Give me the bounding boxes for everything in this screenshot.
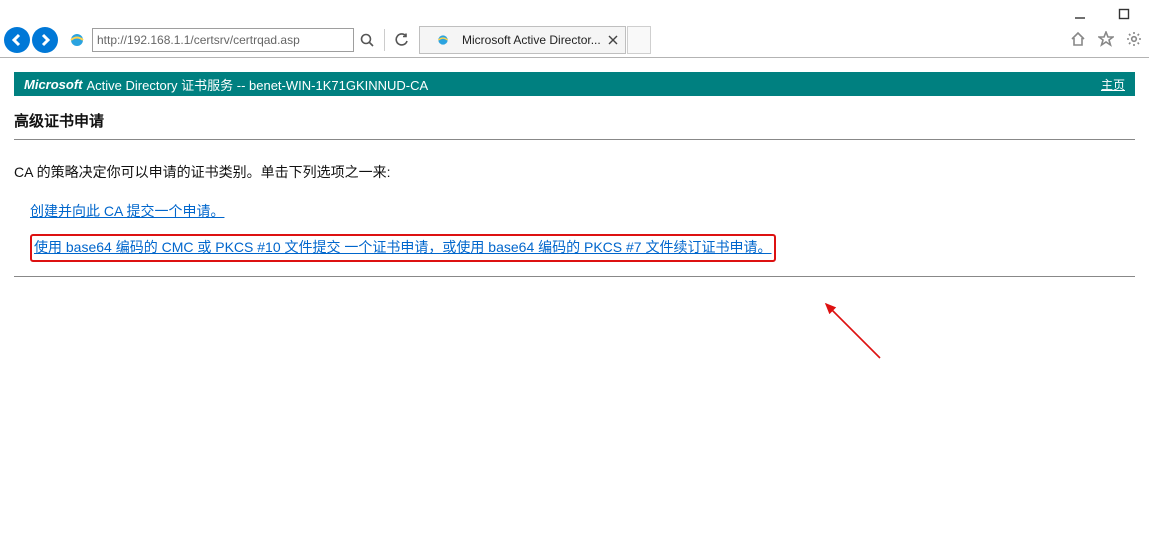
refresh-icon[interactable] [391,29,413,51]
brand-text: Microsoft [24,77,83,92]
option-create-submit-link[interactable]: 创建并向此 CA 提交一个申请。 [30,200,224,224]
search-icon[interactable] [356,29,378,51]
intro-text: CA 的策略决定你可以申请的证书类别。单击下列选项之一来: [14,162,1135,182]
browser-right-icons [1067,28,1145,50]
service-banner: Microsoft Active Directory 证书服务 -- benet… [14,72,1135,96]
settings-gear-icon[interactable] [1123,28,1145,50]
option-base64-submit-link[interactable]: 使用 base64 编码的 CMC 或 PKCS #10 文件提交 一个证书申请… [34,236,772,260]
bottom-divider [14,276,1135,277]
forward-button[interactable] [32,27,58,53]
highlight-box: 使用 base64 编码的 CMC 或 PKCS #10 文件提交 一个证书申请… [30,234,776,262]
home-link[interactable]: 主页 [1101,76,1125,93]
divider [14,139,1135,140]
tab-close-icon[interactable] [607,34,619,46]
new-tab-button[interactable] [627,26,651,54]
service-name: Active Directory 证书服务 -- benet-WIN-1K71G… [87,75,429,94]
tab-title: Microsoft Active Director... [462,33,601,47]
options-list: 创建并向此 CA 提交一个申请。 使用 base64 编码的 CMC 或 PKC… [14,200,1135,262]
ie-logo-icon [66,29,88,51]
minimize-button[interactable] [1067,4,1093,24]
tab-favicon-icon [432,29,454,51]
annotation-arrow-icon [820,298,900,368]
toolbar-separator [384,29,385,51]
address-bar[interactable]: http://192.168.1.1/certsrv/certrqad.asp [92,28,354,52]
maximize-button[interactable] [1111,4,1137,24]
url-text: http://192.168.1.1/certsrv/certrqad.asp [97,33,300,47]
favorites-star-icon[interactable] [1095,28,1117,50]
back-button[interactable] [4,27,30,53]
content-area: 高级证书申请 CA 的策略决定你可以申请的证书类别。单击下列选项之一来: 创建并… [14,110,1135,262]
page-heading: 高级证书申请 [14,110,1135,131]
home-icon[interactable] [1067,28,1089,50]
browser-tab[interactable]: Microsoft Active Director... [419,26,626,54]
browser-toolbar: http://192.168.1.1/certsrv/certrqad.asp … [0,22,1149,58]
page-viewport: Microsoft Active Directory 证书服务 -- benet… [0,58,1149,542]
